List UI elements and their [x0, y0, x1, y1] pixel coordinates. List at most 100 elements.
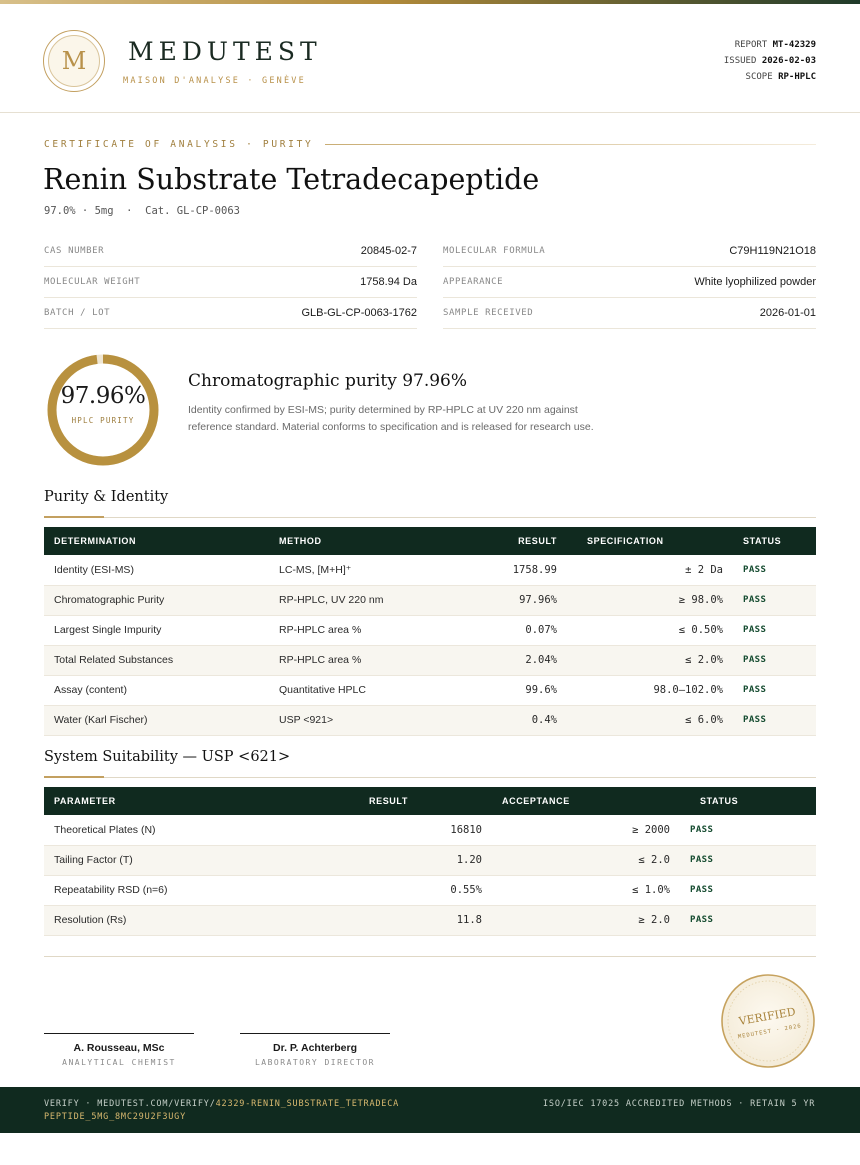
specification-cell: ≤ 0.50%	[567, 615, 733, 646]
method-cell: USP <921>	[269, 705, 454, 736]
issued-label: ISSUED	[723, 56, 757, 66]
purity-description: Identity confirmed by ESI-MS; purity det…	[188, 404, 594, 433]
status-badge: PASS	[733, 615, 816, 646]
status-badge: PASS	[680, 905, 816, 936]
section-rule	[44, 777, 816, 778]
verify-line: VERIFY · MEDUTEST.COM/VERIFY/42329-RENIN…	[44, 1098, 404, 1124]
report-number-line: REPORT MT-42329	[724, 37, 816, 53]
property-row: APPEARANCE White lyophilized powder	[443, 267, 816, 298]
signatory-role: ANALYTICAL CHEMIST	[62, 1058, 176, 1067]
property-label: CAS NUMBER	[44, 246, 105, 256]
signatory-role: LABORATORY DIRECTOR	[254, 1058, 375, 1067]
section-rule	[44, 517, 816, 518]
logo-letter: M	[48, 35, 100, 87]
table-row: Assay (content) Quantitative HPLC 99.6% …	[44, 675, 816, 706]
method-cell: LC-MS, [M+H]⁺	[269, 555, 454, 586]
result-cell: 1.20	[304, 845, 492, 876]
property-row: MOLECULAR FORMULA C79H119N21O18	[443, 236, 816, 267]
status-badge: PASS	[680, 815, 816, 846]
verified-seal: VERIFIED MEDUTEST · 2026	[721, 974, 815, 1068]
determination-cell: Identity (ESI-MS)	[44, 555, 269, 586]
determination-cell: Largest Single Impurity	[44, 615, 269, 646]
parameter-cell: Theoretical Plates (N)	[44, 815, 304, 846]
table-row: Largest Single Impurity RP-HPLC area % 0…	[44, 615, 816, 646]
acceptance-cell: ≥ 2000	[492, 815, 680, 846]
suitability-section-title: System Suitability — USP <621>	[44, 749, 291, 765]
parameter-cell: Repeatability RSD (n=6)	[44, 875, 304, 906]
page-footer: VERIFY · MEDUTEST.COM/VERIFY/42329-RENIN…	[0, 1087, 860, 1133]
purity-section-title: Purity & Identity	[44, 489, 169, 505]
property-value: GLB-GL-CP-0063-1762	[301, 307, 417, 319]
status-badge: PASS	[680, 875, 816, 906]
determination-cell: Total Related Substances	[44, 645, 269, 676]
report-label: REPORT	[734, 40, 768, 50]
acceptance-cell: ≤ 2.0	[492, 845, 680, 876]
property-row: BATCH / LOT GLB-GL-CP-0063-1762	[44, 298, 417, 329]
acceptance-cell: ≥ 2.0	[492, 905, 680, 936]
specification-cell: 98.0–102.0%	[567, 675, 733, 706]
signatory-name: A. Rousseau, MSc	[73, 1042, 165, 1054]
signature-divider	[44, 956, 816, 957]
result-cell: 0.55%	[304, 875, 492, 906]
purity-label: HPLC PURITY	[71, 416, 135, 425]
accreditation-note: ISO/IEC 17025 ACCREDITED METHODS · RETAI…	[543, 1099, 816, 1109]
table-row: Total Related Substances RP-HPLC area % …	[44, 645, 816, 676]
table-row: Repeatability RSD (n=6) 0.55% ≤ 1.0% PAS…	[44, 875, 816, 906]
property-value: White lyophilized powder	[694, 276, 816, 288]
result-cell: 0.07%	[454, 615, 567, 646]
property-label: MOLECULAR WEIGHT	[44, 277, 141, 287]
column-header: METHOD	[279, 536, 322, 546]
property-row: CAS NUMBER 20845-02-7	[44, 236, 417, 267]
table-header-row: DETERMINATION METHOD RESULT SPECIFICATIO…	[44, 527, 816, 555]
table-row: Theoretical Plates (N) 16810 ≥ 2000 PASS	[44, 815, 816, 846]
property-value: 20845-02-7	[360, 245, 417, 257]
result-cell: 16810	[304, 815, 492, 846]
parameter-cell: Tailing Factor (T)	[44, 845, 304, 876]
property-row: MOLECULAR WEIGHT 1758.94 Da	[44, 267, 417, 298]
column-header: RESULT	[369, 796, 408, 806]
status-badge: PASS	[733, 705, 816, 736]
property-label: SAMPLE RECEIVED	[443, 308, 534, 318]
table-row: Chromatographic Purity RP-HPLC, UV 220 n…	[44, 585, 816, 616]
method-cell: RP-HPLC area %	[269, 645, 454, 676]
specification-cell: ≤ 6.0%	[567, 705, 733, 736]
acceptance-cell: ≤ 1.0%	[492, 875, 680, 906]
column-header: SPECIFICATION	[587, 536, 664, 546]
brand-name: MEDUTEST	[128, 37, 322, 66]
property-label: BATCH / LOT	[44, 308, 111, 318]
properties-left-column: CAS NUMBER 20845-02-7 MOLECULAR WEIGHT 1…	[44, 236, 417, 329]
brand-tagline: MAISON D'ANALYSE · GENÈVE	[123, 76, 306, 86]
signature-block: Dr. P. Achterberg LABORATORY DIRECTOR	[240, 1033, 390, 1067]
signatory-name: Dr. P. Achterberg	[272, 1042, 358, 1054]
determination-cell: Water (Karl Fischer)	[44, 705, 269, 736]
kicker-divider	[325, 144, 816, 145]
report-meta: REPORT MT-42329 ISSUED 2026-02-03 SCOPE …	[724, 37, 816, 85]
status-badge: PASS	[733, 645, 816, 676]
status-badge: PASS	[733, 585, 816, 616]
property-label: APPEARANCE	[443, 277, 504, 287]
scope-line: SCOPE RP-HPLC	[724, 69, 816, 85]
certificate-kicker-row: CERTIFICATE OF ANALYSIS · PURITY	[44, 139, 816, 150]
issued-date-line: ISSUED 2026-02-03	[724, 53, 816, 69]
status-badge: PASS	[733, 675, 816, 706]
verify-prefix: VERIFY · MEDUTEST.COM/VERIFY/	[44, 1099, 216, 1109]
result-cell: 99.6%	[454, 675, 567, 706]
purity-ring	[47, 354, 159, 466]
specification-cell: ≤ 2.0%	[567, 645, 733, 676]
table-row: Tailing Factor (T) 1.20 ≤ 2.0 PASS	[44, 845, 816, 876]
issued-date: 2026-02-03	[761, 56, 816, 66]
column-header: PARAMETER	[54, 796, 116, 806]
purity-value: 97.96%	[60, 383, 146, 409]
table-row: Water (Karl Fischer) USP <921> 0.4% ≤ 6.…	[44, 705, 816, 736]
column-header: STATUS	[700, 796, 739, 806]
property-label: MOLECULAR FORMULA	[443, 246, 546, 256]
signature-block: A. Rousseau, MSc ANALYTICAL CHEMIST	[44, 1033, 194, 1067]
status-badge: PASS	[680, 845, 816, 876]
column-header: RESULT	[518, 536, 557, 546]
table-row: Identity (ESI-MS) LC-MS, [M+H]⁺ 1758.99 …	[44, 555, 816, 586]
column-header: ACCEPTANCE	[502, 796, 570, 806]
purity-headline: Chromatographic purity 97.96%	[188, 371, 468, 391]
property-value: C79H119N21O18	[729, 245, 816, 257]
property-value: 1758.94 Da	[360, 276, 417, 288]
table-row: Resolution (Rs) 11.8 ≥ 2.0 PASS	[44, 905, 816, 936]
